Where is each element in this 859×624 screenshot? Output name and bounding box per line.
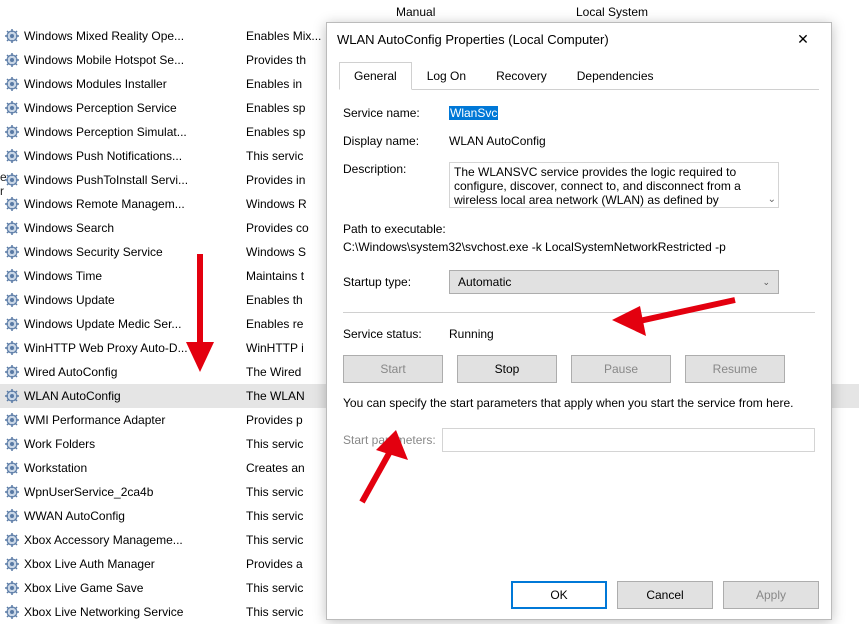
gear-icon xyxy=(4,412,20,428)
tab-dependencies[interactable]: Dependencies xyxy=(562,62,669,90)
label-path: Path to executable: xyxy=(343,222,815,236)
value-display-name: WLAN AutoConfig xyxy=(449,134,815,148)
service-name: WpnUserService_2ca4b xyxy=(24,485,153,499)
label-startup-type: Startup type: xyxy=(343,275,449,289)
gear-icon xyxy=(4,340,20,356)
service-name: Windows Time xyxy=(24,269,102,283)
gear-icon xyxy=(4,196,20,212)
service-name: Windows Remote Managem... xyxy=(24,197,185,211)
label-description: Description: xyxy=(343,162,449,176)
scroll-down-icon[interactable]: ⌄ xyxy=(768,194,776,205)
service-name: Workstation xyxy=(24,461,87,475)
label-display-name: Display name: xyxy=(343,134,449,148)
gear-icon xyxy=(4,100,20,116)
gear-icon xyxy=(4,148,20,164)
service-name: WLAN AutoConfig xyxy=(24,389,121,403)
service-name: Windows Update xyxy=(24,293,115,307)
service-name: Xbox Accessory Manageme... xyxy=(24,533,183,547)
gear-icon xyxy=(4,484,20,500)
service-name: WWAN AutoConfig xyxy=(24,509,125,523)
stop-button[interactable]: Stop xyxy=(457,355,557,383)
service-name: Windows Perception Service xyxy=(24,101,177,115)
cancel-button[interactable]: Cancel xyxy=(617,581,713,609)
gear-icon xyxy=(4,604,20,620)
close-icon[interactable]: ✕ xyxy=(785,23,821,55)
table-header-row: Manual Local System xyxy=(0,0,859,24)
col-logon: Local System xyxy=(570,5,720,19)
dialog-title: WLAN AutoConfig Properties (Local Comput… xyxy=(337,32,785,47)
service-name: Xbox Live Game Save xyxy=(24,581,143,595)
service-name: Windows Push Notifications... xyxy=(24,149,182,163)
apply-button: Apply xyxy=(723,581,819,609)
tab-recovery[interactable]: Recovery xyxy=(481,62,562,90)
dialog-titlebar[interactable]: WLAN AutoConfig Properties (Local Comput… xyxy=(327,23,831,55)
chevron-down-icon: ⌄ xyxy=(762,277,770,288)
gear-icon xyxy=(4,436,20,452)
divider xyxy=(343,312,815,313)
service-name: Windows Update Medic Ser... xyxy=(24,317,181,331)
service-name: Xbox Live Auth Manager xyxy=(24,557,155,571)
tab-logon[interactable]: Log On xyxy=(412,62,481,90)
service-name: WinHTTP Web Proxy Auto-D... xyxy=(24,341,188,355)
value-service-name[interactable]: WlanSvc xyxy=(449,106,498,120)
ok-button[interactable]: OK xyxy=(511,581,607,609)
gear-icon xyxy=(4,508,20,524)
gear-icon xyxy=(4,364,20,380)
start-parameters-input xyxy=(442,428,815,452)
gear-icon xyxy=(4,460,20,476)
gear-icon xyxy=(4,220,20,236)
gear-icon xyxy=(4,244,20,260)
resume-button: Resume xyxy=(685,355,785,383)
gear-icon xyxy=(4,532,20,548)
value-path: C:\Windows\system32\svchost.exe -k Local… xyxy=(343,240,815,254)
startup-type-dropdown[interactable]: Automatic ⌄ xyxy=(449,270,779,294)
start-parameters-hint: You can specify the start parameters tha… xyxy=(339,395,819,412)
start-button: Start xyxy=(343,355,443,383)
service-name: WMI Performance Adapter xyxy=(24,413,165,427)
gear-icon xyxy=(4,316,20,332)
pause-button: Pause xyxy=(571,355,671,383)
service-name: Windows Perception Simulat... xyxy=(24,125,187,139)
gear-icon xyxy=(4,76,20,92)
service-name: Work Folders xyxy=(24,437,95,451)
gear-icon xyxy=(4,52,20,68)
service-name: Windows Security Service xyxy=(24,245,163,259)
service-name: Wired AutoConfig xyxy=(24,365,117,379)
label-service-status: Service status: xyxy=(343,327,449,341)
gear-icon xyxy=(4,124,20,140)
service-name: Windows PushToInstall Servi... xyxy=(24,173,188,187)
properties-dialog: WLAN AutoConfig Properties (Local Comput… xyxy=(326,22,832,620)
gear-icon xyxy=(4,268,20,284)
tab-strip: General Log On Recovery Dependencies xyxy=(339,61,819,90)
gear-icon xyxy=(4,292,20,308)
service-name: Windows Mobile Hotspot Se... xyxy=(24,53,184,67)
value-service-status: Running xyxy=(449,327,815,341)
gear-icon xyxy=(4,580,20,596)
gear-icon xyxy=(4,556,20,572)
label-start-parameters: Start parameters: xyxy=(343,433,436,447)
gear-icon xyxy=(4,28,20,44)
tab-general[interactable]: General xyxy=(339,62,412,90)
service-name: Windows Search xyxy=(24,221,114,235)
label-service-name: Service name: xyxy=(343,106,449,120)
service-name: Windows Mixed Reality Ope... xyxy=(24,29,184,43)
col-startup: Manual xyxy=(390,5,570,19)
gear-icon xyxy=(4,172,20,188)
description-box[interactable]: The WLANSVC service provides the logic r… xyxy=(449,162,779,208)
service-name: Xbox Live Networking Service xyxy=(24,605,183,619)
gear-icon xyxy=(4,388,20,404)
service-name: Windows Modules Installer xyxy=(24,77,167,91)
